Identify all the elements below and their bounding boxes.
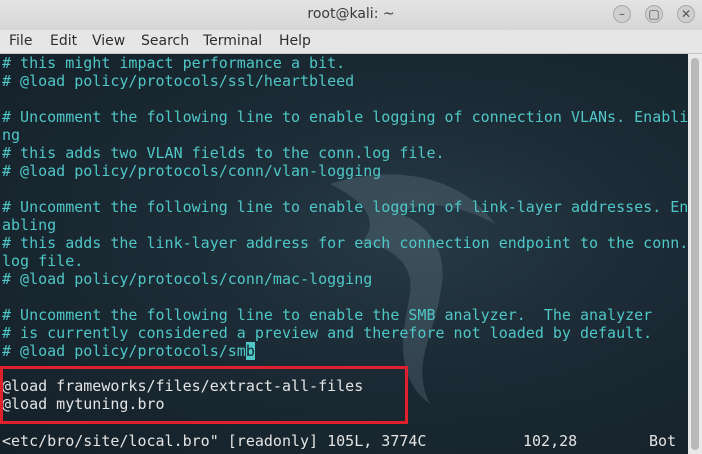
terminal-line: log file. [2, 252, 84, 270]
terminal-line: # @load policy/protocols/conn/mac-loggin… [2, 270, 373, 288]
terminal-line: # @load policy/protocols/ssl/heartbleed [2, 72, 355, 90]
status-cursor-position: 102,28 [523, 432, 578, 450]
highlight-annotation-box [0, 366, 408, 424]
menu-file[interactable]: File [9, 33, 32, 49]
terminal-line: # is currently considered a preview and … [2, 324, 653, 342]
text-cursor: b [245, 342, 255, 360]
terminal-line: # Uncomment the following line to enable… [2, 108, 688, 126]
menu-search[interactable]: Search [141, 33, 189, 49]
minimize-button[interactable]: – [613, 5, 631, 23]
close-button[interactable]: ✕ [677, 5, 695, 23]
vertical-scrollbar[interactable] [688, 54, 702, 454]
menu-view[interactable]: View [92, 33, 125, 49]
terminal-line-cursor: # @load policy/protocols/smb [2, 342, 255, 360]
terminal-line: ng [2, 126, 21, 144]
terminal-line: # this adds two VLAN fields to the conn.… [2, 144, 445, 162]
terminal-line: abling [2, 216, 57, 234]
menu-terminal[interactable]: Terminal [203, 33, 262, 49]
terminal-output[interactable]: # this might impact performance a bit. #… [0, 54, 688, 454]
window-title: root@kali: ~ [307, 6, 395, 22]
vim-status-line: <etc/bro/site/local.bro" [readonly] 105L… [0, 432, 688, 450]
menu-edit[interactable]: Edit [50, 33, 77, 49]
terminal-line-text: # @load policy/protocols/sm [2, 342, 246, 360]
menu-help[interactable]: Help [279, 33, 311, 49]
terminal-line: # Uncomment the following line to enable… [2, 306, 653, 324]
maximize-button[interactable]: ▢ [645, 5, 663, 23]
scrollbar-thumb[interactable] [691, 58, 699, 450]
status-scroll-position: Bot [649, 432, 677, 450]
title-bar: root@kali: ~ – ▢ ✕ [0, 0, 702, 31]
terminal-line: # Uncomment the following line to enable… [2, 198, 688, 216]
terminal-line: # this adds the link-layer address for e… [2, 234, 688, 252]
menu-bar: File Edit View Search Terminal Help [0, 30, 702, 54]
terminal-window: root@kali: ~ – ▢ ✕ File Edit View Search… [0, 0, 702, 454]
terminal-line: # this might impact performance a bit. [2, 54, 346, 72]
terminal-line: # @load policy/protocols/conn/vlan-loggi… [2, 162, 382, 180]
status-file-info: <etc/bro/site/local.bro" [readonly] 105L… [2, 432, 427, 450]
